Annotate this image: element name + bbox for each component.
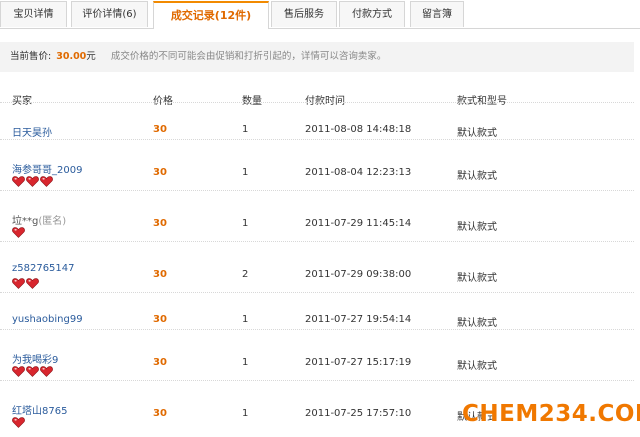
payment-time: 2011-07-29 11:45:14 xyxy=(305,218,412,229)
buyer-name[interactable]: 为我喝彩9 xyxy=(12,351,58,366)
quantity-value: 1 xyxy=(242,167,249,178)
buyer-name-text: z582765147 xyxy=(12,263,75,274)
heart-icon xyxy=(26,366,39,377)
buyer-credit-hearts xyxy=(12,227,26,238)
tab-guestbook[interactable]: 留言簿 xyxy=(410,1,464,27)
buyer-name[interactable]: 红塔山8765 xyxy=(12,402,67,417)
tab-item-details[interactable]: 宝贝详情 xyxy=(0,1,67,27)
heart-icon xyxy=(26,278,39,289)
buyer-name: 垃**g(匿名) xyxy=(12,212,66,227)
anonymous-tag: (匿名) xyxy=(38,216,67,227)
model-value: 默认款式 xyxy=(457,273,497,284)
column-header-time: 付款时间 xyxy=(305,96,345,107)
tab-reviews[interactable]: 评价详情(6) xyxy=(71,1,148,27)
watermark: CHEM234.COM xyxy=(462,401,640,427)
buyer-name-text: 红塔山8765 xyxy=(12,406,68,417)
buyer-name[interactable]: z582765147 xyxy=(12,263,75,274)
price-note: 成交价格的不同可能会由促销和打折引起的，详情可以咨询卖家。 xyxy=(110,51,387,62)
row-divider xyxy=(0,329,634,330)
column-header-model: 款式和型号 xyxy=(457,96,507,107)
model-value: 默认款式 xyxy=(457,171,497,182)
quantity-value: 1 xyxy=(242,314,249,325)
column-header-price: 价格 xyxy=(153,96,173,107)
quantity-value: 2 xyxy=(242,269,249,280)
heart-icon xyxy=(12,417,25,428)
payment-time: 2011-08-04 12:23:13 xyxy=(305,167,412,178)
buyer-name-text: yushaobing99 xyxy=(12,314,83,325)
price-value: 30 xyxy=(153,314,167,325)
tab-payment[interactable]: 付款方式 xyxy=(339,1,405,27)
heart-icon xyxy=(12,227,25,238)
column-header-buyer: 买家 xyxy=(12,96,32,107)
row-divider xyxy=(0,380,634,381)
quantity-value: 1 xyxy=(242,218,249,229)
payment-time: 2011-08-08 14:48:18 xyxy=(305,124,412,135)
current-price-label: 当前售价: xyxy=(10,51,52,62)
heart-icon xyxy=(12,176,25,187)
buyer-name-text: 为我喝彩9 xyxy=(12,355,59,366)
buyer-credit-hearts xyxy=(12,176,54,187)
current-price-bar: 当前售价: 30.00元 成交价格的不同可能会由促销和打折引起的，详情可以咨询卖… xyxy=(0,42,634,72)
buyer-credit-hearts xyxy=(12,278,40,289)
buyer-credit-hearts xyxy=(12,417,26,428)
heart-icon xyxy=(40,176,53,187)
buyer-name-text: 日天昊孙 xyxy=(12,128,52,139)
row-divider xyxy=(0,241,634,242)
heart-icon xyxy=(40,366,53,377)
buyer-name-text: 海参哥哥_2009 xyxy=(12,165,83,176)
price-value: 30 xyxy=(153,357,167,368)
row-divider xyxy=(0,292,634,293)
tab-bar: 宝贝详情 评价详情(6) 成交记录(12件) 售后服务 付款方式 留言簿 xyxy=(0,0,640,29)
buyer-name[interactable]: yushaobing99 xyxy=(12,314,83,325)
heart-icon xyxy=(26,176,39,187)
tab-transactions[interactable]: 成交记录(12件) xyxy=(153,1,269,29)
buyer-name[interactable]: 海参哥哥_2009 xyxy=(12,161,82,176)
price-value: 30 xyxy=(153,124,167,135)
price-value: 30 xyxy=(153,218,167,229)
current-price-unit: 元 xyxy=(86,51,96,62)
row-divider xyxy=(0,102,634,103)
row-divider xyxy=(0,190,634,191)
tab-after-sales[interactable]: 售后服务 xyxy=(271,1,337,27)
quantity-value: 1 xyxy=(242,357,249,368)
payment-time: 2011-07-27 15:17:19 xyxy=(305,357,412,368)
heart-icon xyxy=(12,366,25,377)
model-value: 默认款式 xyxy=(457,318,497,329)
price-value: 30 xyxy=(153,167,167,178)
column-header-qty: 数量 xyxy=(242,96,262,107)
quantity-value: 1 xyxy=(242,408,249,419)
buyer-name-text: 垃**g xyxy=(12,216,39,227)
row-divider xyxy=(0,139,634,140)
payment-time: 2011-07-29 09:38:00 xyxy=(305,269,412,280)
model-value: 默认款式 xyxy=(457,222,497,233)
payment-time: 2011-07-25 17:57:10 xyxy=(305,408,412,419)
quantity-value: 1 xyxy=(242,124,249,135)
heart-icon xyxy=(12,278,25,289)
buyer-name[interactable]: 日天昊孙 xyxy=(12,124,52,139)
current-price-value: 30.00 xyxy=(56,51,87,62)
model-value: 默认款式 xyxy=(457,128,497,139)
price-value: 30 xyxy=(153,269,167,280)
buyer-credit-hearts xyxy=(12,366,54,377)
payment-time: 2011-07-27 19:54:14 xyxy=(305,314,412,325)
price-value: 30 xyxy=(153,408,167,419)
model-value: 默认款式 xyxy=(457,361,497,372)
